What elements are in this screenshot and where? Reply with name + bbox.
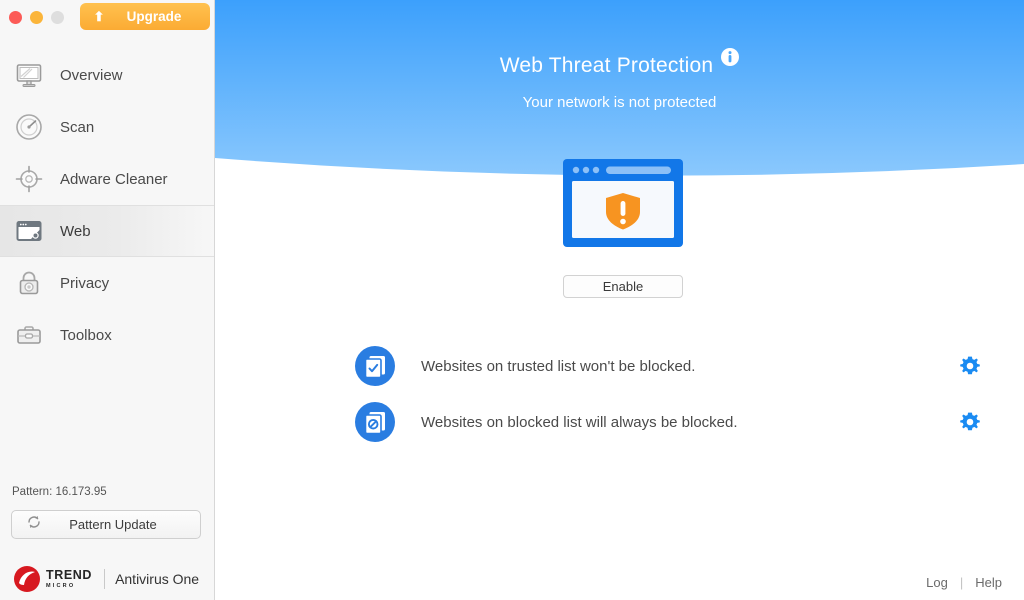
close-window-icon[interactable]	[9, 11, 22, 24]
sidebar-item-overview[interactable]: Overview	[0, 49, 214, 101]
scan-dial-icon	[12, 110, 46, 144]
upgrade-button[interactable]: ⬆ Upgrade	[80, 3, 210, 30]
brand-line1: TREND	[46, 569, 92, 582]
sidebar-item-label: Toolbox	[60, 327, 112, 344]
trusted-list-icon[interactable]	[355, 346, 395, 386]
title-bar: ⬆ Upgrade	[0, 0, 214, 34]
footer-separator: |	[960, 575, 963, 590]
trend-micro-logo-icon	[12, 564, 42, 594]
briefcase-icon	[12, 318, 46, 352]
browser-warning-shield-illustration	[561, 157, 685, 249]
padlock-icon	[12, 266, 46, 300]
product-name: Antivirus One	[115, 571, 199, 587]
refresh-icon	[12, 514, 56, 535]
pattern-update-button-label: Pattern Update	[56, 517, 200, 532]
enable-button[interactable]: Enable	[563, 275, 683, 298]
sidebar: ⬆ Upgrade Overview	[0, 0, 215, 600]
blocked-list-icon[interactable]	[355, 402, 395, 442]
app-window: ⬆ Upgrade Overview	[0, 0, 1024, 600]
sidebar-item-scan[interactable]: Scan	[0, 101, 214, 153]
browser-window-icon	[12, 214, 46, 248]
gear-icon[interactable]	[959, 355, 981, 377]
sidebar-item-label: Privacy	[60, 275, 109, 292]
header-banner	[215, 0, 1024, 180]
trend-micro-wordmark: TREND MICRO	[46, 569, 92, 589]
up-arrow-icon: ⬆	[86, 10, 112, 23]
pattern-update-button[interactable]: Pattern Update	[11, 510, 201, 539]
sidebar-item-label: Scan	[60, 119, 94, 136]
help-link[interactable]: Help	[975, 575, 1002, 590]
upgrade-button-label: Upgrade	[112, 9, 210, 24]
log-link[interactable]: Log	[926, 575, 948, 590]
sidebar-item-toolbox[interactable]: Toolbox	[0, 309, 214, 361]
crosshair-icon	[12, 162, 46, 196]
option-label: Websites on blocked list will always be …	[421, 414, 959, 431]
sidebar-item-web[interactable]: Web	[0, 205, 214, 257]
pattern-version-text: Pattern: 16.173.95	[12, 486, 107, 498]
sidebar-item-label: Adware Cleaner	[60, 171, 168, 188]
traffic-light-controls	[9, 11, 64, 24]
minimize-window-icon[interactable]	[30, 11, 43, 24]
monitor-icon	[12, 58, 46, 92]
option-label: Websites on trusted list won't be blocke…	[421, 358, 959, 375]
sidebar-item-label: Web	[60, 223, 91, 240]
gear-icon[interactable]	[959, 411, 981, 433]
option-row-blocked-list: Websites on blocked list will always be …	[355, 402, 995, 442]
main-content: Web Threat Protection Your network is no…	[215, 0, 1024, 600]
option-row-trusted-list: Websites on trusted list won't be blocke…	[355, 346, 995, 386]
sidebar-item-label: Overview	[60, 67, 123, 84]
brand-footer: TREND MICRO Antivirus One	[12, 564, 199, 594]
info-circle-icon[interactable]	[721, 48, 739, 66]
footer-links: Log | Help	[926, 575, 1002, 590]
brand-line2: MICRO	[46, 584, 92, 590]
sidebar-nav: Overview Scan	[0, 49, 214, 361]
zoom-window-icon[interactable]	[51, 11, 64, 24]
sidebar-item-adware-cleaner[interactable]: Adware Cleaner	[0, 153, 214, 205]
sidebar-item-privacy[interactable]: Privacy	[0, 257, 214, 309]
brand-divider	[104, 569, 105, 589]
